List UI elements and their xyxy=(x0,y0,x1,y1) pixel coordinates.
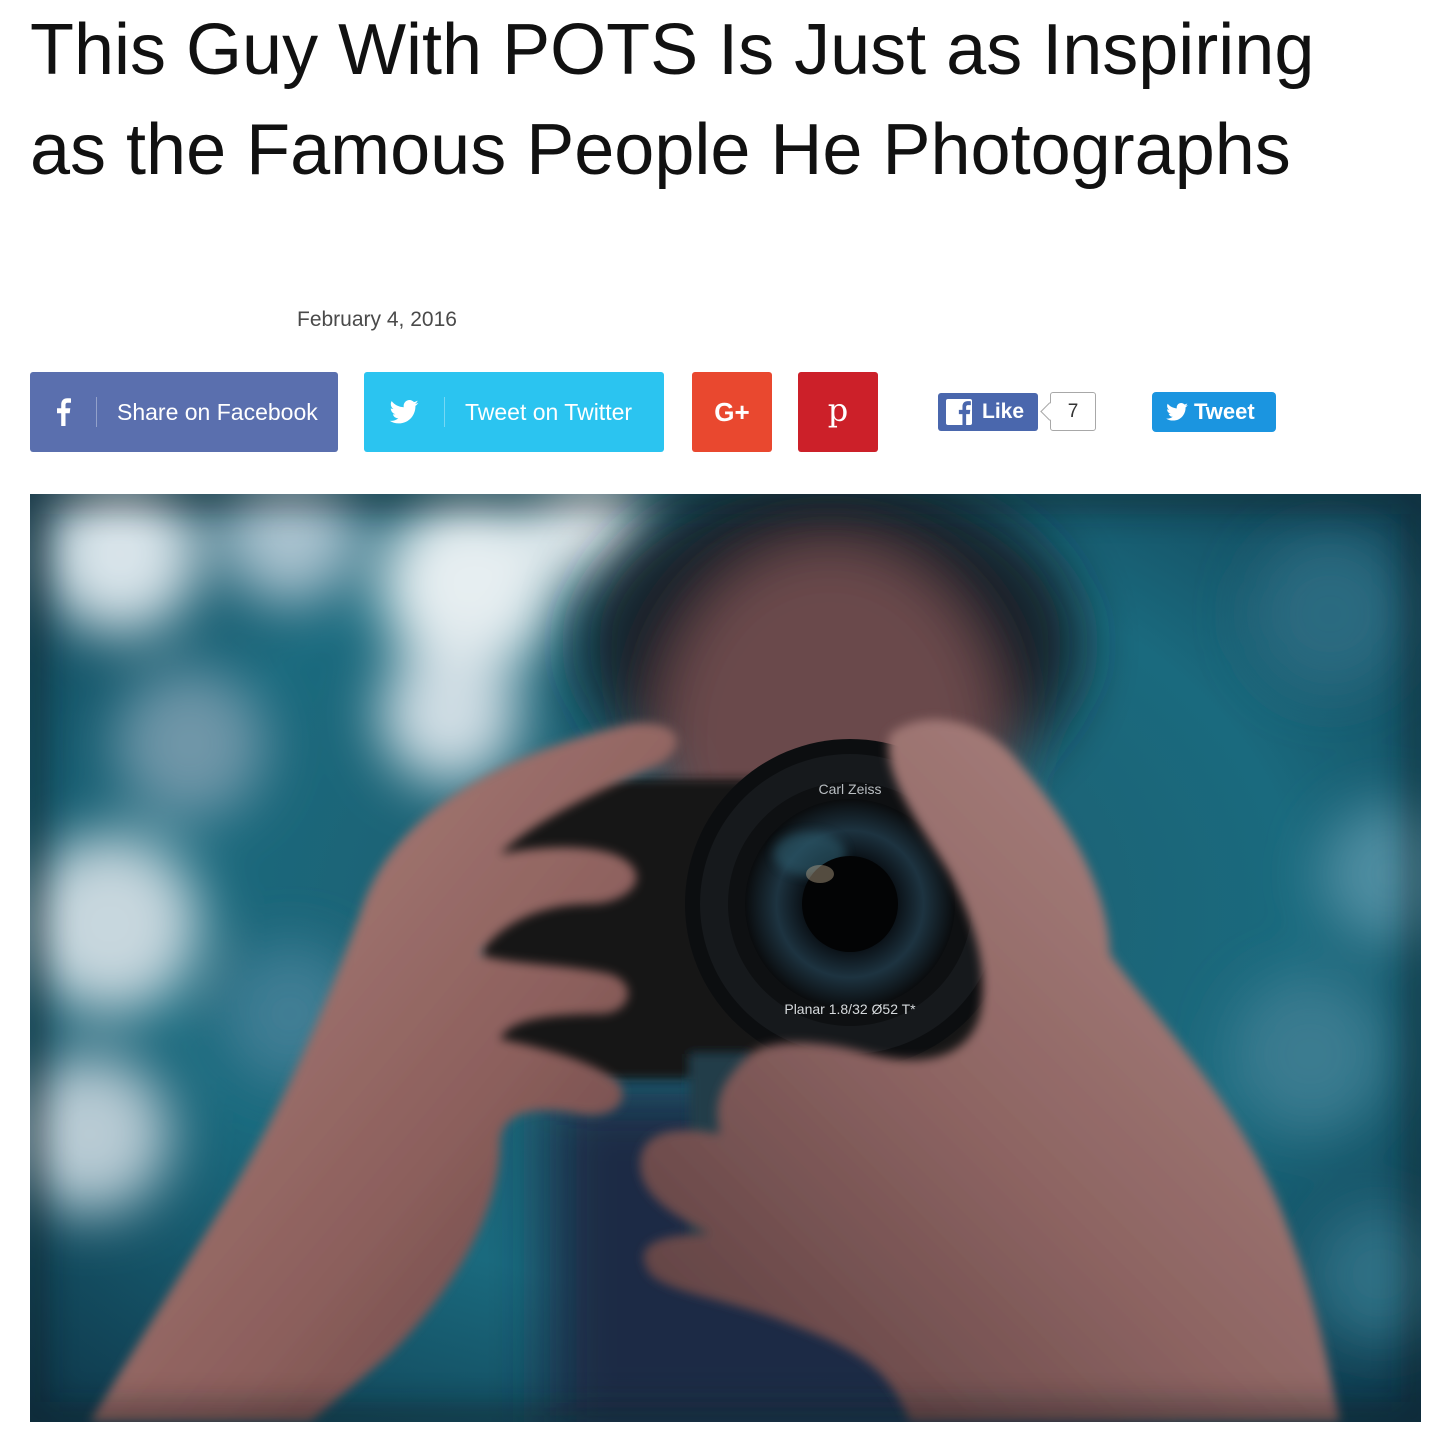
facebook-f-icon xyxy=(946,399,972,425)
hero-image: Carl Zeiss Planar 1.8/32 Ø52 T* xyxy=(30,494,1421,1422)
share-googleplus-button[interactable]: G+ xyxy=(692,372,772,452)
like-count-badge: 7 xyxy=(1050,392,1096,431)
article-date: February 4, 2016 xyxy=(297,308,457,331)
tweet-button[interactable]: Tweet xyxy=(1152,392,1276,432)
facebook-icon xyxy=(30,398,96,426)
tweet-label: Tweet xyxy=(1194,399,1255,424)
like-label: Like xyxy=(982,400,1025,423)
share-facebook-button[interactable]: Share on Facebook xyxy=(30,372,338,452)
pinterest-icon: p xyxy=(827,391,849,429)
tweet-on-twitter-label: Tweet on Twitter xyxy=(465,398,633,425)
lens-spec-text: Planar 1.8/32 Ø52 T* xyxy=(784,1001,916,1017)
googleplus-icon: G+ xyxy=(714,396,750,427)
twitter-bird-icon xyxy=(364,400,444,424)
facebook-like-button[interactable]: Like xyxy=(938,393,1038,431)
photographer-with-camera-image: Carl Zeiss Planar 1.8/32 Ø52 T* xyxy=(30,494,1421,1422)
share-pinterest-button[interactable]: p xyxy=(798,372,878,452)
article-title: This Guy With POTS Is Just as Inspiring … xyxy=(30,10,1315,190)
share-facebook-label: Share on Facebook xyxy=(117,398,318,425)
lens-brand-text: Carl Zeiss xyxy=(818,781,881,797)
twitter-bird-icon xyxy=(1166,403,1188,421)
tweet-on-twitter-button[interactable]: Tweet on Twitter xyxy=(364,372,664,452)
